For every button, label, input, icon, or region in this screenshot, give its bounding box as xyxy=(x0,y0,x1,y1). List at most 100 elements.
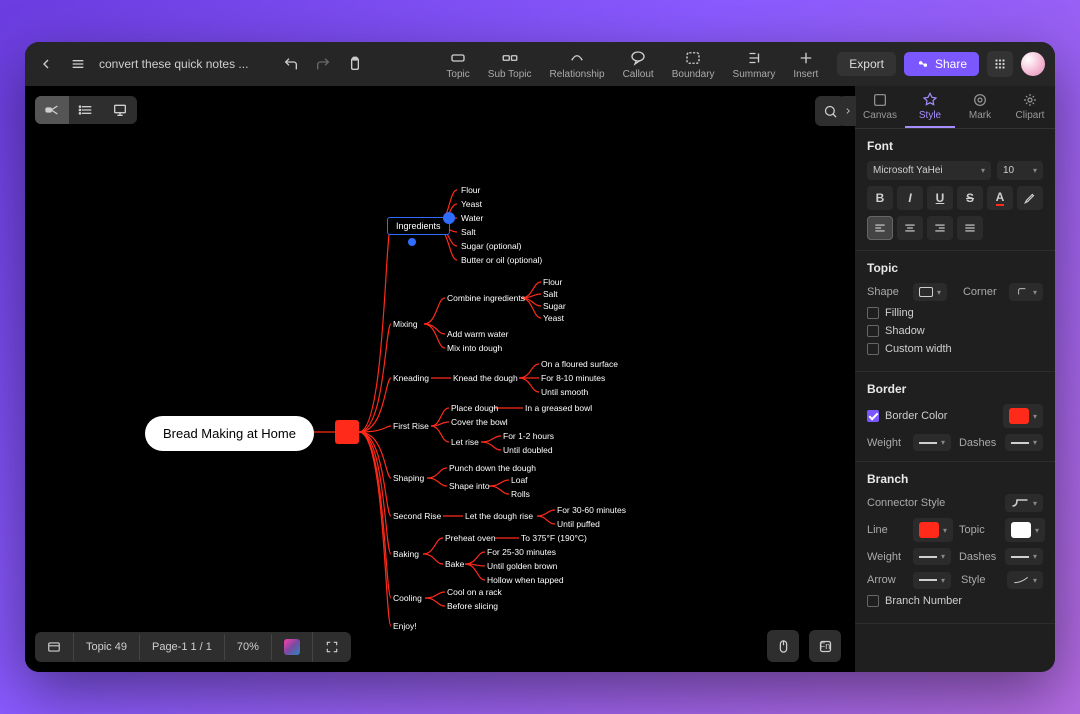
branch-first-rise[interactable]: First Rise xyxy=(393,421,429,431)
leaf[interactable]: Let the dough rise xyxy=(465,511,533,521)
branch-topic-color-select[interactable]: ▾ xyxy=(1005,518,1045,542)
status-zoom[interactable]: 70% xyxy=(225,634,272,660)
status-page[interactable]: Page-1 1 / 1 xyxy=(140,634,225,660)
leaf[interactable]: Yeast xyxy=(461,199,482,209)
apps-button[interactable] xyxy=(987,51,1013,77)
status-map-button[interactable] xyxy=(35,633,74,661)
leaf[interactable]: Until smooth xyxy=(541,387,588,397)
branch-shaping[interactable]: Shaping xyxy=(393,473,424,483)
font-size-select[interactable]: 10▾ xyxy=(997,161,1043,180)
leaf[interactable]: For 30-60 minutes xyxy=(557,505,626,515)
tool-topic[interactable]: Topic xyxy=(446,49,469,80)
bold-button[interactable]: B xyxy=(867,186,893,210)
leaf[interactable]: For 8-10 minutes xyxy=(541,373,605,383)
tab-style[interactable]: Style xyxy=(905,86,955,128)
leaf[interactable]: On a floured surface xyxy=(541,359,618,369)
leaf[interactable]: To 375°F (190°C) xyxy=(521,533,587,543)
back-button[interactable] xyxy=(35,53,57,75)
branch-mixing[interactable]: Mixing xyxy=(393,319,418,329)
branch-enjoy[interactable]: Enjoy! xyxy=(393,621,417,631)
export-button[interactable]: Export xyxy=(837,52,896,76)
leaf[interactable]: For 25-30 minutes xyxy=(487,547,556,557)
leaf[interactable]: Preheat oven xyxy=(445,533,496,543)
leaf[interactable]: Rolls xyxy=(511,489,530,499)
leaf[interactable]: Water xyxy=(461,213,483,223)
branch-number-checkbox[interactable]: Branch Number xyxy=(867,595,1043,607)
canvas[interactable]: Bread Making at Home Ingredients Mixing … xyxy=(25,86,855,672)
mouse-mode-button[interactable] xyxy=(767,630,799,662)
tab-clipart[interactable]: Clipart xyxy=(1005,86,1055,128)
leaf[interactable]: Butter or oil (optional) xyxy=(461,255,542,265)
menu-button[interactable] xyxy=(67,53,89,75)
align-right-button[interactable] xyxy=(927,216,953,240)
align-center-button[interactable] xyxy=(897,216,923,240)
branch-kneading[interactable]: Kneading xyxy=(393,373,429,383)
leaf[interactable]: For 1-2 hours xyxy=(503,431,554,441)
tool-relationship[interactable]: Relationship xyxy=(550,49,605,80)
leaf[interactable]: Shape into xyxy=(449,481,490,491)
redo-button[interactable] xyxy=(312,53,334,75)
highlight-button[interactable] xyxy=(1017,186,1043,210)
leaf[interactable]: Punch down the dough xyxy=(449,463,536,473)
topic-shape-select[interactable]: ▾ xyxy=(913,283,947,301)
underline-button[interactable]: U xyxy=(927,186,953,210)
leaf[interactable]: Before slicing xyxy=(447,601,498,611)
leaf[interactable]: Sugar (optional) xyxy=(461,241,521,251)
tool-summary[interactable]: Summary xyxy=(733,49,776,80)
leaf[interactable]: Place dough xyxy=(451,403,498,413)
align-justify-button[interactable] xyxy=(957,216,983,240)
clipboard-button[interactable] xyxy=(344,53,366,75)
branch-ingredients[interactable]: Ingredients xyxy=(387,217,450,235)
custom-width-checkbox[interactable]: Custom width xyxy=(867,343,1043,355)
leaf[interactable]: Add warm water xyxy=(447,329,508,339)
leaf[interactable]: Cover the bowl xyxy=(451,417,508,427)
leaf[interactable]: Let rise xyxy=(451,437,479,447)
tool-insert[interactable]: Insert xyxy=(793,49,818,80)
italic-button[interactable]: I xyxy=(897,186,923,210)
leaf[interactable]: Salt xyxy=(543,289,558,299)
leaf[interactable]: Cool on a rack xyxy=(447,587,502,597)
border-dashes-select[interactable]: ▾ xyxy=(1005,434,1043,451)
root-node[interactable]: Bread Making at Home xyxy=(145,416,314,451)
leaf[interactable]: Mix into dough xyxy=(447,343,502,353)
border-color-select[interactable]: ▾ xyxy=(1003,404,1043,428)
branch-baking[interactable]: Baking xyxy=(393,549,419,559)
leaf[interactable]: Until golden brown xyxy=(487,561,557,571)
leaf[interactable]: Yeast xyxy=(543,313,564,323)
tool-callout[interactable]: Callout xyxy=(623,49,654,80)
align-left-button[interactable] xyxy=(867,216,893,240)
branch-line-color-select[interactable]: ▾ xyxy=(913,518,953,542)
avatar[interactable] xyxy=(1021,52,1045,76)
tab-mark[interactable]: Mark xyxy=(955,86,1005,128)
leaf[interactable]: Knead the dough xyxy=(453,373,518,383)
hub-node[interactable] xyxy=(335,420,359,444)
undo-button[interactable] xyxy=(280,53,302,75)
leaf[interactable]: Hollow when tapped xyxy=(487,575,564,585)
leaf[interactable]: Until puffed xyxy=(557,519,600,529)
fn-button[interactable]: Fn xyxy=(809,630,841,662)
shadow-checkbox[interactable]: Shadow xyxy=(867,325,1043,337)
leaf[interactable]: Salt xyxy=(461,227,476,237)
selection-handle[interactable] xyxy=(408,238,416,246)
leaf[interactable]: Flour xyxy=(543,277,562,287)
topic-corner-select[interactable]: ▾ xyxy=(1009,283,1043,301)
tool-subtopic[interactable]: Sub Topic xyxy=(488,49,532,80)
font-color-button[interactable]: A xyxy=(987,186,1013,210)
border-color-checkbox[interactable]: Border Color xyxy=(867,410,997,422)
leaf[interactable]: In a greased bowl xyxy=(525,403,592,413)
filling-checkbox[interactable]: Filling xyxy=(867,307,1043,319)
branch-dashes-select[interactable]: ▾ xyxy=(1005,548,1043,565)
leaf[interactable]: Loaf xyxy=(511,475,528,485)
branch-style-select[interactable]: ▾ xyxy=(1007,571,1043,589)
branch-cooling[interactable]: Cooling xyxy=(393,593,422,603)
branch-second-rise[interactable]: Second Rise xyxy=(393,511,441,521)
leaf[interactable]: Flour xyxy=(461,185,480,195)
branch-arrow-select[interactable]: ▾ xyxy=(913,572,951,589)
connector-style-select[interactable]: ▾ xyxy=(1005,494,1043,512)
leaf[interactable]: Combine ingredients xyxy=(447,293,525,303)
strike-button[interactable]: S xyxy=(957,186,983,210)
tool-boundary[interactable]: Boundary xyxy=(672,49,715,80)
leaf[interactable]: Bake xyxy=(445,559,464,569)
leaf[interactable]: Until doubled xyxy=(503,445,553,455)
font-family-select[interactable]: Microsoft YaHei▾ xyxy=(867,161,991,180)
